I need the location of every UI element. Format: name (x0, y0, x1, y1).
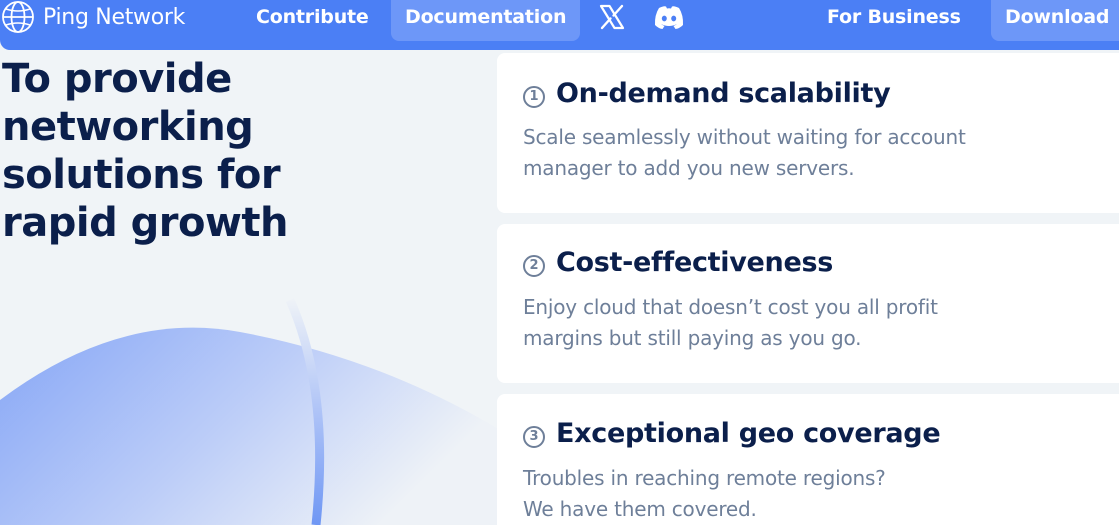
nav-contribute[interactable]: Contribute (256, 0, 369, 34)
hero-title-line: rapid growth (2, 200, 289, 246)
x-icon[interactable] (598, 3, 626, 31)
feature-desc-line: We have them covered. (523, 497, 757, 521)
decorative-globe-graphic (0, 298, 500, 525)
nav-documentation[interactable]: Documentation (391, 0, 581, 41)
feature-header: 3 Exceptional geo coverage (523, 416, 941, 452)
hero-title-line: To provide (2, 56, 232, 102)
feature-description: Enjoy cloud that doesn’t cost you all pr… (523, 292, 1023, 354)
feature-title: On-demand scalability (556, 78, 891, 109)
globe-icon (2, 1, 34, 33)
feature-header: 2 Cost-effectiveness (523, 245, 833, 281)
feature-desc-line: manager to add you new servers. (523, 156, 855, 180)
discord-icon[interactable] (652, 3, 686, 31)
feature-desc-line: margins but still paying as you go. (523, 326, 862, 350)
number-badge: 1 (523, 86, 545, 108)
feature-title: Cost-effectiveness (556, 247, 834, 278)
feature-desc-line: Troubles in reaching remote regions? (523, 466, 886, 490)
nav-for-business[interactable]: For Business (827, 0, 961, 34)
feature-desc-line: Enjoy cloud that doesn’t cost you all pr… (523, 295, 938, 319)
nav-download-button[interactable]: Download (991, 0, 1119, 41)
feature-description: Troubles in reaching remote regions? We … (523, 463, 1023, 525)
hero-title-line: solutions for (2, 152, 281, 198)
feature-desc-line: Scale seamlessly without waiting for acc… (523, 125, 966, 149)
feature-header: 1 On-demand scalability (523, 76, 891, 112)
number-badge: 3 (523, 426, 545, 448)
number-badge: 2 (523, 255, 545, 277)
feature-description: Scale seamlessly without waiting for acc… (523, 122, 1023, 184)
landing-page: Ping Network Contribute Documentation Fo… (0, 0, 1119, 525)
hero-title-line: networking (2, 104, 254, 150)
top-nav: Ping Network Contribute Documentation Fo… (0, 0, 1119, 50)
hero-title: To provide networking solutions for rapi… (2, 55, 332, 247)
brand-name: Ping Network (43, 4, 186, 30)
brand-logo-link[interactable]: Ping Network (1, 0, 185, 34)
feature-title: Exceptional geo coverage (556, 418, 941, 449)
